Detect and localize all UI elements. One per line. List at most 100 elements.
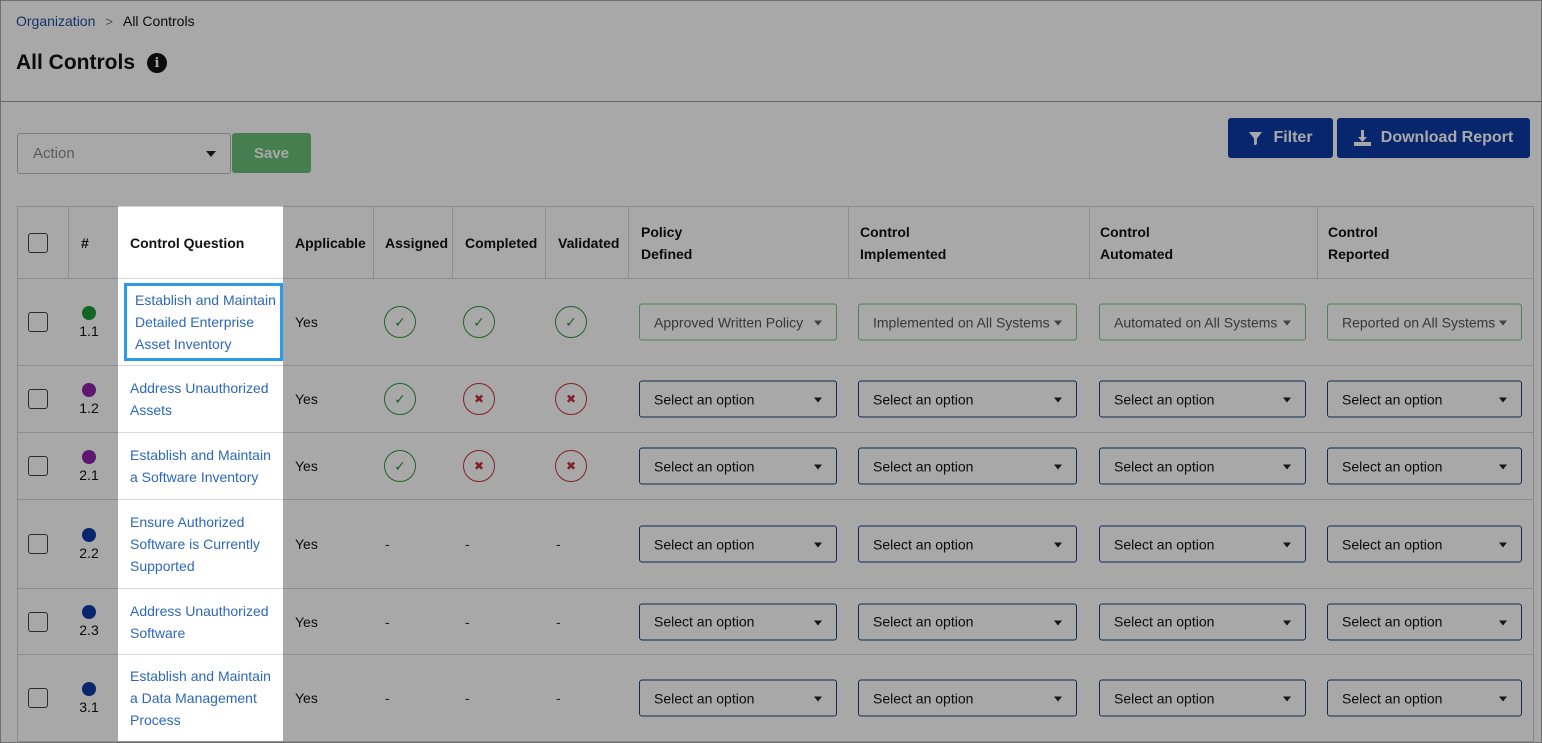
info-icon[interactable]: i — [147, 53, 167, 73]
control-question-cell: Establish and Maintain Detailed Enterpris… — [119, 279, 283, 365]
control-reported-select[interactable]: Select an option — [1327, 525, 1522, 563]
header-control-implemented[interactable]: Control Implemented — [860, 207, 946, 278]
control-implemented-select[interactable]: Implemented on All Systems — [858, 303, 1077, 341]
caret-down-icon — [1283, 397, 1291, 403]
applicable-value: Yes — [295, 391, 318, 407]
header-control-reported[interactable]: Control Reported — [1328, 207, 1389, 278]
control-question-line: Establish and Maintain — [135, 292, 276, 308]
policy-defined-select[interactable]: Select an option — [639, 447, 837, 485]
validated-dash: - — [556, 536, 561, 552]
filter-button[interactable]: Filter — [1228, 118, 1333, 158]
control-automated-select[interactable]: Automated on All Systems — [1099, 303, 1306, 341]
breadcrumb-organization-link[interactable]: Organization — [16, 13, 95, 29]
row-checkbox-cell — [28, 589, 48, 654]
control-reported-select-value: Select an option — [1342, 391, 1443, 407]
row-checkbox[interactable] — [28, 688, 48, 708]
check-icon: ✓ — [394, 458, 406, 474]
control-automated-select[interactable]: Select an option — [1099, 525, 1306, 563]
header-automated-line2: Automated — [1100, 245, 1174, 262]
control-number-cell: 1.2 — [79, 366, 99, 432]
breadcrumb-separator: > — [105, 13, 113, 29]
control-question-link[interactable]: Establish and Maintain Detailed Enterpris… — [124, 283, 283, 361]
caret-down-icon — [814, 464, 822, 470]
x-circle-icon: ✖ — [463, 383, 495, 415]
row-checkbox[interactable] — [28, 456, 48, 476]
action-select[interactable]: Action — [17, 133, 231, 174]
policy-defined-select[interactable]: Select an option — [639, 603, 837, 640]
applicable-cell: Yes — [295, 655, 318, 741]
caret-down-icon — [1054, 620, 1062, 625]
control-question-line: Supported — [130, 558, 195, 574]
control-question-link[interactable]: Address Unauthorized Software — [130, 600, 269, 644]
caret-down-icon — [1054, 542, 1062, 548]
completed-cell: - — [465, 589, 470, 654]
download-report-button[interactable]: Download Report — [1337, 118, 1530, 158]
control-number-cell: 3.1 — [79, 655, 99, 741]
completed-cell: ✓ — [463, 279, 495, 365]
control-question-link[interactable]: Address Unauthorized Assets — [130, 377, 269, 421]
check-icon: ✓ — [394, 314, 406, 330]
row-checkbox[interactable] — [28, 312, 48, 332]
header-control-question[interactable]: Control Question — [119, 207, 283, 278]
caret-down-icon — [1499, 320, 1507, 326]
policy-defined-select[interactable]: Select an option — [639, 525, 837, 563]
control-question-line: Ensure Authorized — [130, 514, 245, 530]
control-number: 2.3 — [79, 622, 99, 638]
control-automated-select[interactable]: Select an option — [1099, 447, 1306, 485]
row-checkbox[interactable] — [28, 534, 48, 554]
table-row: 2.2 Ensure Authorized Software is Currentl… — [18, 500, 1533, 589]
control-reported-select[interactable]: Reported on All Systems — [1327, 303, 1522, 341]
header-policy-defined[interactable]: Policy Defined — [641, 207, 692, 278]
control-question-link[interactable]: Establish and Maintain a Software Invento… — [130, 444, 271, 488]
header-completed[interactable]: Completed — [465, 207, 537, 278]
control-automated-select-value: Select an option — [1114, 536, 1215, 552]
control-question-line: Software is Currently — [130, 536, 260, 552]
control-reported-select[interactable]: Select an option — [1327, 447, 1522, 485]
applicable-value: Yes — [295, 613, 318, 630]
control-automated-select[interactable]: Select an option — [1099, 380, 1306, 418]
control-question-line: Address Unauthorized — [130, 602, 269, 619]
control-automated-select[interactable]: Select an option — [1099, 603, 1306, 640]
control-implemented-select[interactable]: Select an option — [858, 603, 1077, 640]
check-icon: ✓ — [565, 314, 577, 330]
filter-icon — [1248, 131, 1263, 146]
header-policy-line2: Defined — [641, 245, 693, 262]
control-automated-select[interactable]: Select an option — [1099, 679, 1306, 717]
select-all-checkbox[interactable] — [28, 232, 48, 253]
control-implemented-select[interactable]: Select an option — [858, 380, 1077, 418]
control-reported-select-value: Select an option — [1342, 458, 1443, 474]
header-applicable[interactable]: Applicable — [295, 207, 366, 278]
policy-defined-select[interactable]: Select an option — [639, 380, 837, 418]
header-assigned[interactable]: Assigned — [385, 207, 448, 278]
policy-defined-select[interactable]: Select an option — [639, 679, 837, 717]
policy-defined-select-value: Select an option — [654, 613, 755, 630]
header-validated[interactable]: Validated — [558, 207, 619, 278]
check-circle-icon: ✓ — [463, 306, 495, 338]
column-divider — [628, 207, 629, 279]
control-question-link[interactable]: Ensure Authorized Software is Currently Su… — [130, 511, 260, 577]
caret-down-icon — [1499, 542, 1507, 548]
control-reported-select[interactable]: Select an option — [1327, 679, 1522, 717]
page-title-wrap: All Controls i — [16, 51, 167, 75]
save-button[interactable]: Save — [232, 133, 311, 173]
column-divider — [545, 207, 546, 279]
header-control-automated[interactable]: Control Automated — [1100, 207, 1173, 278]
control-implemented-select[interactable]: Select an option — [858, 679, 1077, 717]
control-reported-select[interactable]: Select an option — [1327, 603, 1522, 640]
control-question-line: Software — [130, 624, 186, 641]
policy-defined-select[interactable]: Approved Written Policy — [639, 303, 837, 341]
control-question-link[interactable]: Establish and Maintain a Data Management P… — [130, 665, 271, 731]
completed-dash: - — [465, 690, 470, 706]
control-reported-select[interactable]: Select an option — [1327, 380, 1522, 418]
page-title: All Controls — [16, 51, 135, 74]
row-checkbox[interactable] — [28, 611, 48, 632]
table-row: 1.2 Address Unauthorized Assets Yes ✓ ✖ ✖ Selec… — [18, 366, 1533, 433]
control-implemented-select[interactable]: Select an option — [858, 525, 1077, 563]
control-question-line: Process — [130, 712, 181, 728]
row-checkbox[interactable] — [28, 389, 48, 409]
caret-down-icon — [1054, 320, 1062, 326]
x-circle-icon: ✖ — [555, 383, 587, 415]
control-implemented-select[interactable]: Select an option — [858, 447, 1077, 485]
validated-dash: - — [556, 613, 561, 630]
status-dot — [82, 605, 96, 619]
